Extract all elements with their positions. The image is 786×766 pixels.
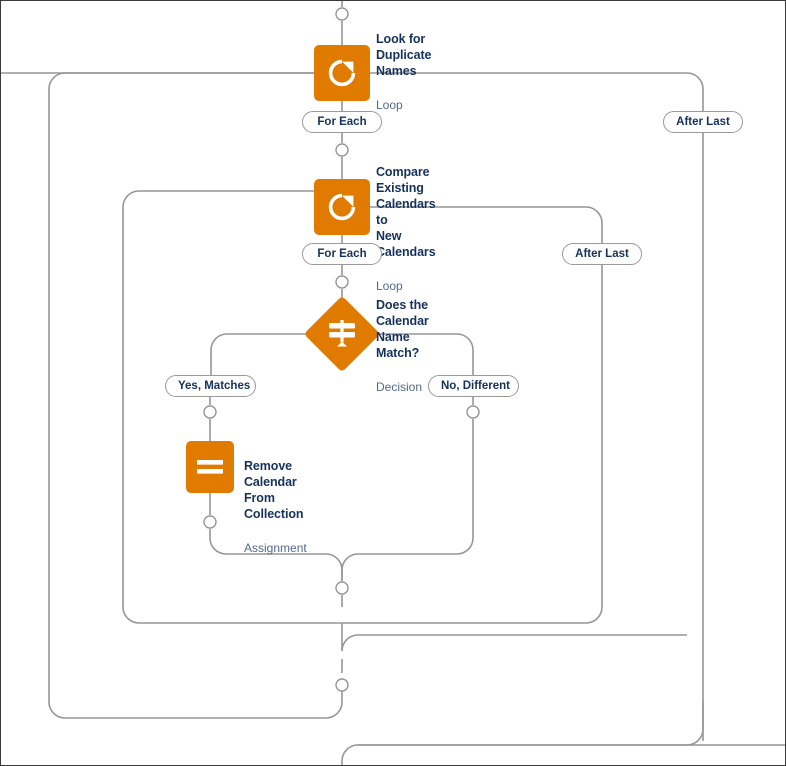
branch-pill-inner-for-each[interactable]: For Each — [302, 243, 382, 265]
branch-pill-outer-for-each[interactable]: For Each — [302, 111, 382, 133]
node-title: Does the Calendar Name Match? — [376, 298, 429, 360]
flow-canvas[interactable]: Look for Duplicate Names Loop Compare Ex… — [0, 0, 786, 766]
branch-pill-decision-no[interactable]: No, Different — [428, 375, 519, 397]
node-label-group: Does the Calendar Name Match? Decision — [376, 279, 429, 413]
branch-pill-inner-after-last[interactable]: After Last — [562, 243, 642, 265]
node-title: Remove Calendar From Collection — [244, 459, 304, 521]
loop-icon[interactable] — [314, 179, 370, 235]
decision-icon[interactable] — [303, 295, 381, 373]
node-title: Look for Duplicate Names — [376, 32, 432, 78]
branch-pill-outer-after-last[interactable]: After Last — [663, 111, 743, 133]
node-label-group: Remove Calendar From Collection Assignme… — [244, 440, 307, 574]
node-title: Compare Existing Calendars to New Calend… — [376, 165, 436, 259]
node-subtitle: Loop — [376, 98, 403, 112]
loop-icon[interactable] — [314, 45, 370, 101]
branch-pill-decision-yes[interactable]: Yes, Matches — [165, 375, 256, 397]
node-subtitle: Assignment — [244, 541, 307, 555]
assignment-icon[interactable] — [186, 441, 234, 493]
node-label-group: Look for Duplicate Names Loop — [376, 13, 431, 131]
node-subtitle: Decision — [376, 380, 423, 394]
